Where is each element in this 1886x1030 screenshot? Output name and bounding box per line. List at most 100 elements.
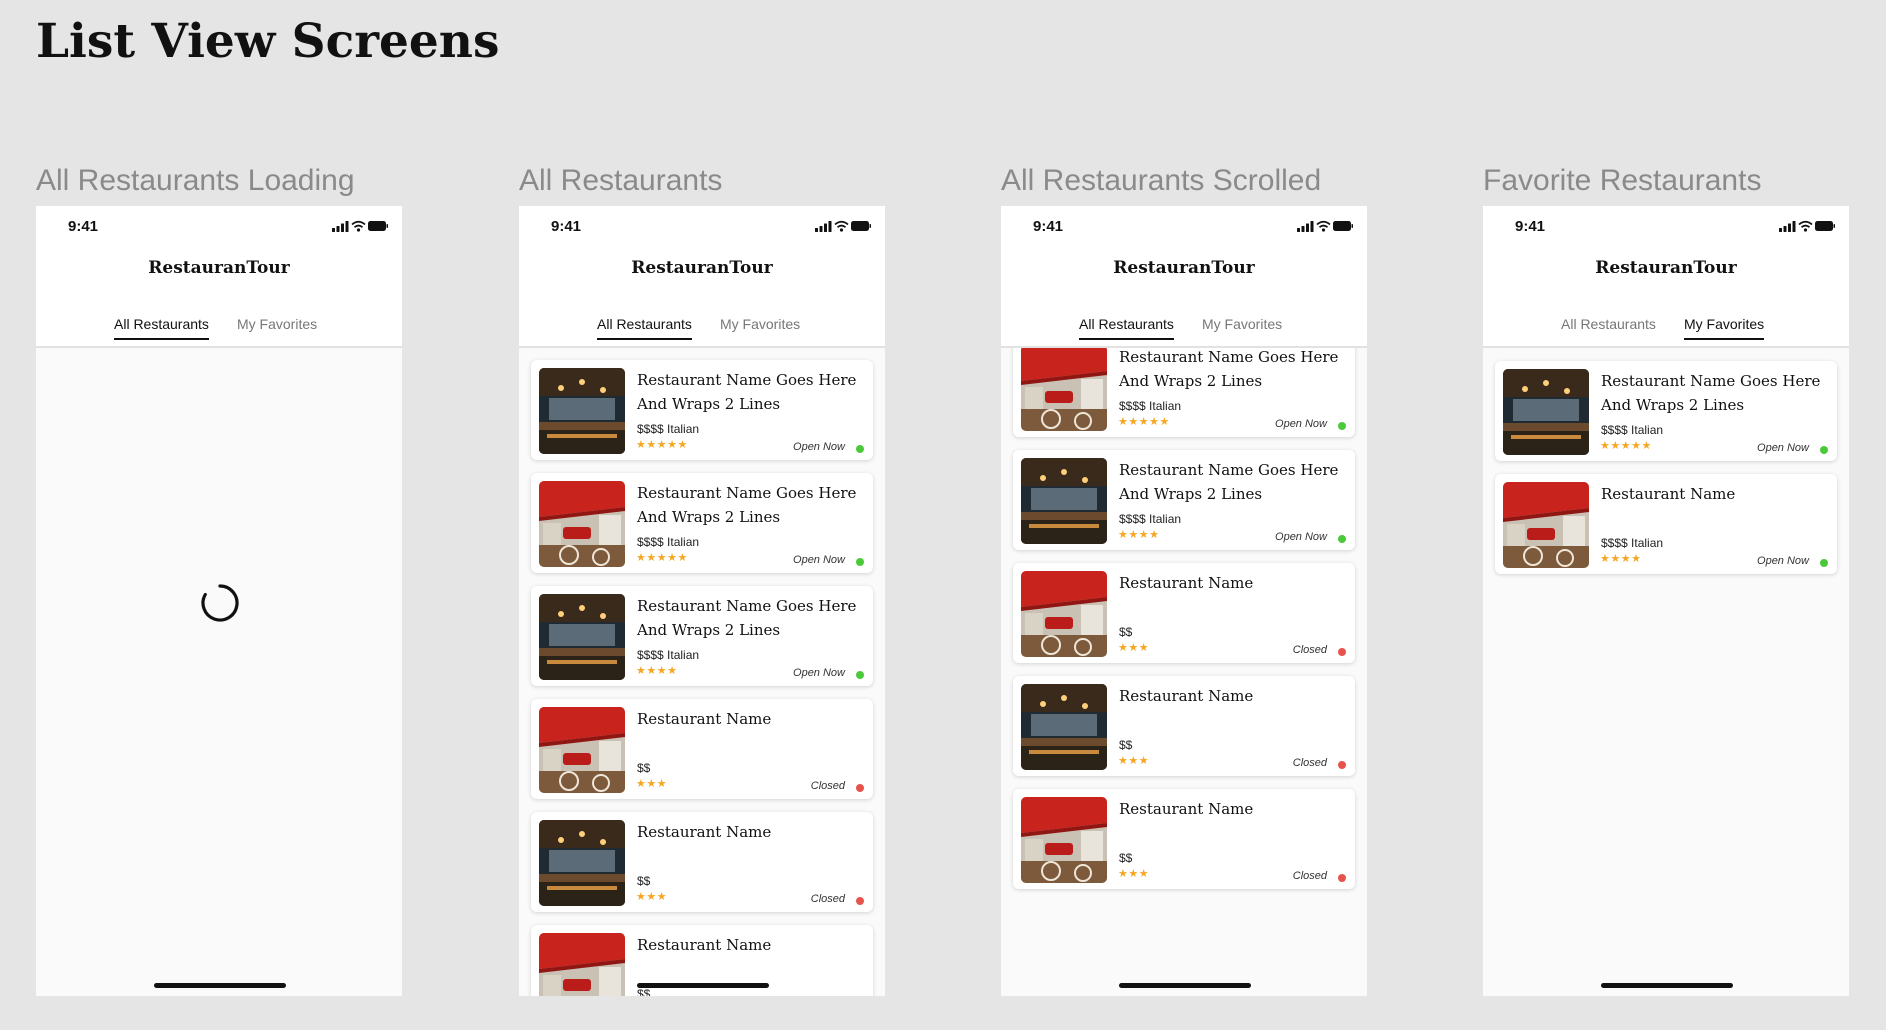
status-time: 9:41 <box>1033 218 1064 235</box>
tab-all-restaurants[interactable]: All Restaurants <box>1561 316 1656 338</box>
status-dot-icon <box>1820 559 1828 567</box>
open-status-text: Open Now <box>793 554 845 566</box>
screen-label: Favorite Restaurants <box>1483 164 1762 197</box>
restaurant-name: Restaurant Name <box>637 710 772 728</box>
restaurant-photo <box>1503 369 1589 455</box>
restaurant-photo <box>1021 571 1107 657</box>
restaurant-photo <box>1021 684 1107 770</box>
star-rating: ★★★★ <box>636 665 678 677</box>
screen-label: All Restaurants Loading <box>36 164 355 197</box>
open-status-text: Closed <box>810 893 845 905</box>
restaurant-card[interactable]: Restaurant Name $$ ★★★ Closed <box>531 699 873 799</box>
open-status-text: Closed <box>1292 870 1327 882</box>
restaurant-card[interactable]: Restaurant Name $$ ★★★ Closed <box>1013 789 1355 889</box>
restaurant-card[interactable]: Restaurant Name $$ ★★★ Closed <box>1013 563 1355 663</box>
restaurant-price-cuisine: $$$$ Italian <box>637 648 700 662</box>
restaurant-name: Restaurant Name <box>1119 800 1254 818</box>
restaurant-name: Restaurant Name Goes Here And Wraps 2 Li… <box>637 597 857 639</box>
restaurant-name: Restaurant Name <box>1601 485 1736 503</box>
restaurant-name: Restaurant Name <box>637 823 772 841</box>
restaurant-price-cuisine: $$ <box>637 987 651 996</box>
app-title: RestauranTour <box>148 258 290 278</box>
status-bar-icons <box>332 219 388 238</box>
restaurant-card[interactable]: Restaurant Name Goes Here And Wraps 2 Li… <box>1013 450 1355 550</box>
restaurant-name: Restaurant Name Goes Here And Wraps 2 Li… <box>1119 461 1339 503</box>
restaurant-photo <box>539 594 625 680</box>
home-indicator <box>154 983 286 988</box>
tab-all-restaurants[interactable]: All Restaurants <box>1079 316 1174 340</box>
status-time: 9:41 <box>551 218 582 235</box>
star-rating: ★★★ <box>1118 755 1150 767</box>
open-status-text: Closed <box>1292 644 1327 656</box>
restaurant-photo <box>539 481 625 567</box>
restaurant-name: Restaurant Name <box>637 936 772 954</box>
page-title: List View Screens <box>36 14 500 69</box>
restaurant-photo <box>539 820 625 906</box>
restaurant-card[interactable]: Restaurant Name Goes Here And Wraps 2 Li… <box>1013 337 1355 437</box>
open-status-text: Open Now <box>793 441 845 453</box>
home-indicator <box>1119 983 1251 988</box>
restaurant-name: Restaurant Name Goes Here And Wraps 2 Li… <box>1119 348 1339 390</box>
status-dot-icon <box>1338 761 1346 769</box>
restaurant-price-cuisine: $$ <box>637 874 651 888</box>
restaurant-card[interactable]: Restaurant Name Goes Here And Wraps 2 Li… <box>531 473 873 573</box>
restaurant-photo <box>539 933 625 996</box>
status-bar-icons <box>1779 219 1835 238</box>
screen-label: All Restaurants <box>519 164 723 197</box>
restaurant-photo <box>539 707 625 793</box>
status-dot-icon <box>1820 446 1828 454</box>
restaurant-price-cuisine: $$$$ Italian <box>1119 399 1182 413</box>
restaurant-price-cuisine: $$$$ Italian <box>1601 423 1664 437</box>
screen-label: All Restaurants Scrolled <box>1001 164 1322 197</box>
app-title: RestauranTour <box>631 258 773 278</box>
restaurant-price-cuisine: $$ <box>637 761 651 775</box>
status-dot-icon <box>1338 535 1346 543</box>
restaurant-name: Restaurant Name <box>1119 574 1254 592</box>
phone-screen: 9:41 RestauranTour All Restaurants My Favor… <box>1483 206 1849 996</box>
restaurant-card[interactable]: Restaurant Name Goes Here And Wraps 2 Li… <box>531 586 873 686</box>
status-dot-icon <box>856 784 864 792</box>
tab-all-restaurants[interactable]: All Restaurants <box>597 316 692 340</box>
home-indicator <box>1601 983 1733 988</box>
star-rating: ★★★★★ <box>636 439 688 451</box>
tab-all-restaurants[interactable]: All Restaurants <box>114 316 209 340</box>
status-dot-icon <box>856 558 864 566</box>
restaurant-card[interactable]: Restaurant Name $$ ★★★ Closed <box>531 812 873 912</box>
restaurant-name: Restaurant Name Goes Here And Wraps 2 Li… <box>637 484 857 526</box>
star-rating: ★★★★★ <box>1600 440 1652 452</box>
star-rating: ★★★ <box>636 891 668 903</box>
restaurant-card[interactable]: Restaurant Name $$$$ Italian ★★★★ Open Now <box>1495 474 1837 574</box>
tab-my-favorites[interactable]: My Favorites <box>1202 316 1282 338</box>
restaurant-photo <box>1503 482 1589 568</box>
app-header: 9:41 RestauranTour All Restaurants My Favor… <box>36 206 402 348</box>
restaurant-photo <box>1021 345 1107 431</box>
restaurant-card[interactable]: Restaurant Name $$ ★★★ Closed <box>1013 676 1355 776</box>
app-header: 9:41 RestauranTour All Restaurants My Favor… <box>519 206 885 348</box>
tab-my-favorites[interactable]: My Favorites <box>720 316 800 338</box>
open-status-text: Open Now <box>1757 555 1809 567</box>
restaurant-card[interactable]: Restaurant Name Goes Here And Wraps 2 Li… <box>1495 361 1837 461</box>
status-bar-icons <box>1297 219 1353 238</box>
app-header: 9:41 RestauranTour All Restaurants My Favor… <box>1001 206 1367 348</box>
restaurant-photo <box>1021 797 1107 883</box>
tab-my-favorites[interactable]: My Favorites <box>1684 316 1765 340</box>
status-time: 9:41 <box>1515 218 1546 235</box>
star-rating: ★★★ <box>1118 868 1150 880</box>
status-dot-icon <box>1338 874 1346 882</box>
restaurant-name: Restaurant Name Goes Here And Wraps 2 Li… <box>1601 372 1821 414</box>
restaurant-photo <box>539 368 625 454</box>
restaurant-name: Restaurant Name Goes Here And Wraps 2 Li… <box>637 371 857 413</box>
app-header: 9:41 RestauranTour All Restaurants My Favor… <box>1483 206 1849 348</box>
restaurant-price-cuisine: $$$$ Italian <box>637 535 700 549</box>
star-rating: ★★★ <box>1118 642 1150 654</box>
restaurant-price-cuisine: $$ <box>1119 851 1133 865</box>
restaurant-price-cuisine: $$ <box>1119 738 1133 752</box>
restaurant-price-cuisine: $$$$ Italian <box>1601 536 1664 550</box>
status-dot-icon <box>1338 648 1346 656</box>
restaurant-photo <box>1021 458 1107 544</box>
restaurant-card[interactable]: Restaurant Name Goes Here And Wraps 2 Li… <box>531 360 873 460</box>
star-rating: ★★★★ <box>1600 553 1642 565</box>
tab-my-favorites[interactable]: My Favorites <box>237 316 317 338</box>
restaurant-price-cuisine: $$$$ Italian <box>1119 512 1182 526</box>
restaurant-price-cuisine: $$$$ Italian <box>637 422 700 436</box>
